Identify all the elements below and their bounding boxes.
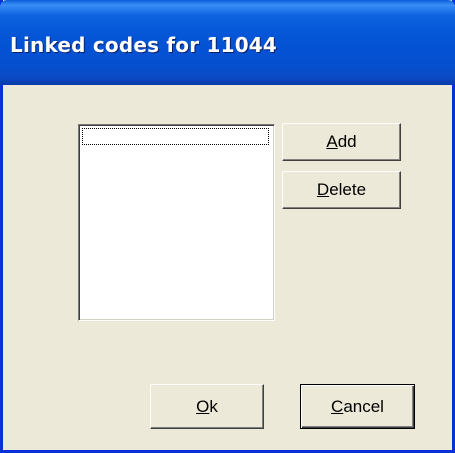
ok-button-label: Ok xyxy=(196,396,218,416)
title-bar[interactable]: Linked codes for 11044 xyxy=(0,0,455,85)
add-button[interactable]: Add xyxy=(282,123,401,161)
cancel-button[interactable]: Cancel xyxy=(300,384,415,429)
list-focus-row[interactable] xyxy=(82,128,269,145)
cancel-button-label: Cancel xyxy=(331,396,384,416)
linked-codes-listbox[interactable] xyxy=(78,124,275,321)
ok-button[interactable]: Ok xyxy=(150,384,264,429)
window-title: Linked codes for 11044 xyxy=(10,33,278,57)
delete-button-label: Delete xyxy=(316,180,367,199)
delete-button[interactable]: Delete xyxy=(282,171,401,209)
linked-codes-dialog: Linked codes for 11044 Add Delete Ok Can… xyxy=(0,0,455,453)
add-button-label: Add xyxy=(326,132,357,151)
dialog-client-area: Add Delete Ok Cancel xyxy=(3,85,452,450)
